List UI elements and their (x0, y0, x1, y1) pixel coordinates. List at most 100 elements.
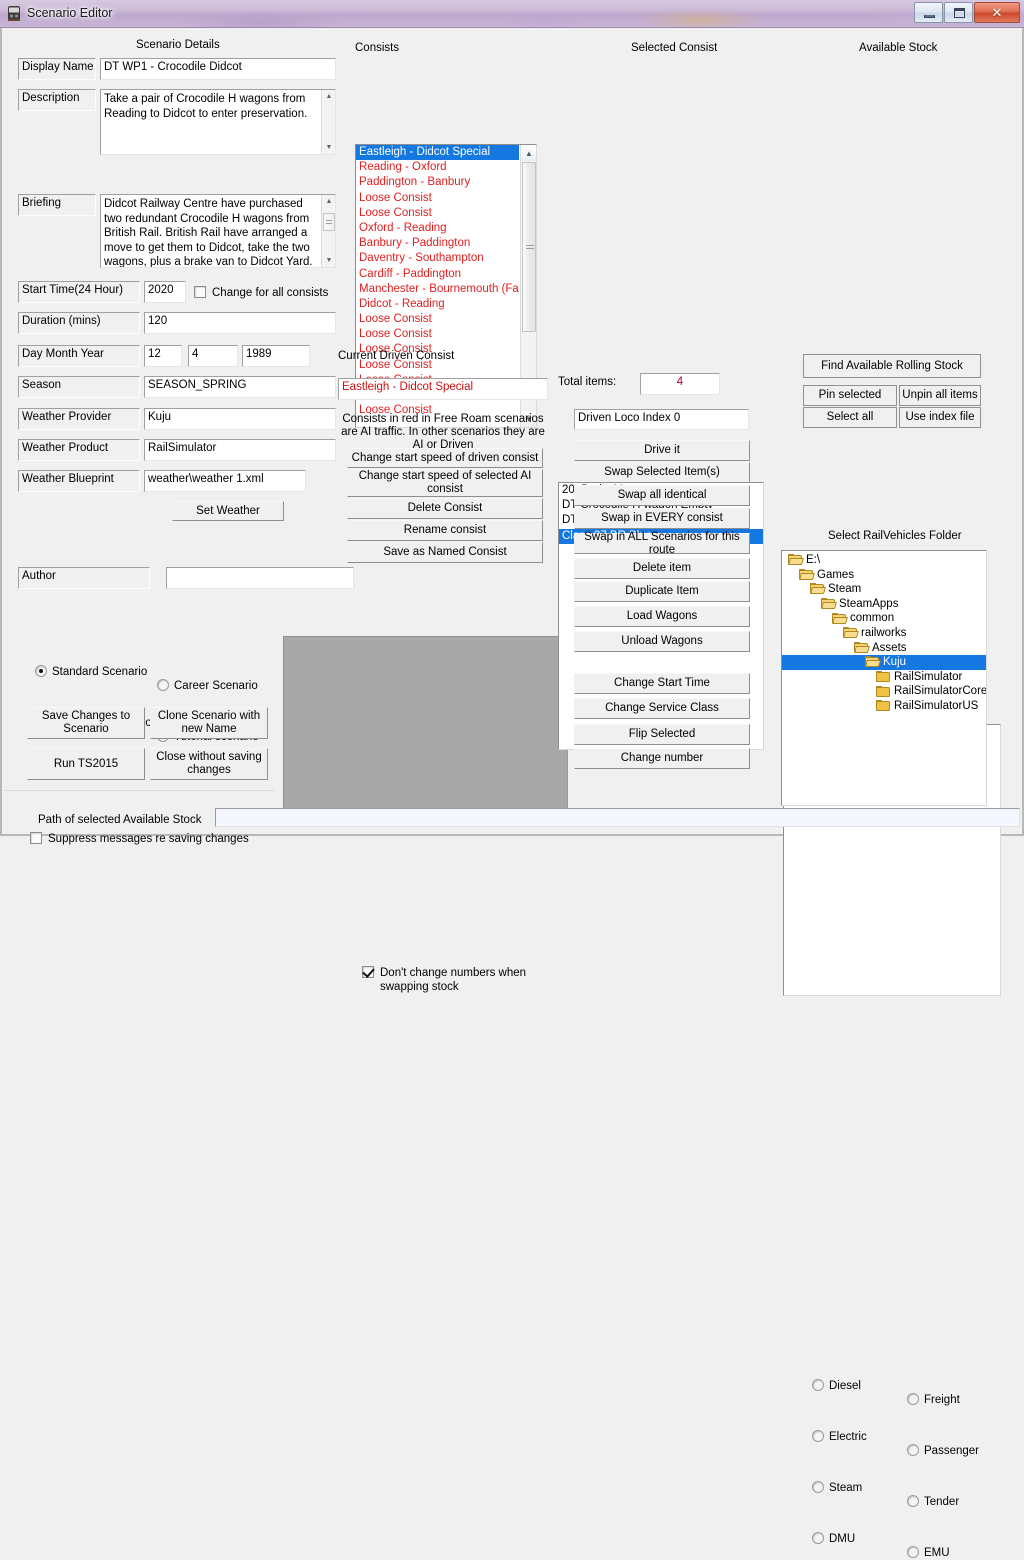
consists-list-item[interactable]: Loose Consist (356, 312, 519, 327)
weather-provider-label: Weather Provider (18, 408, 140, 430)
consists-list-item[interactable]: Didcot - Reading (356, 297, 519, 312)
filter-freight-radio[interactable]: Freight (907, 1393, 1024, 1407)
flip-selected-button[interactable]: Flip Selected (574, 724, 750, 745)
filter-tender-radio[interactable]: Tender (907, 1495, 1024, 1509)
consists-list-item[interactable]: Manchester - Bournemouth (Failed) (356, 282, 519, 297)
save-changes-button[interactable]: Save Changes to Scenario (27, 707, 145, 739)
consists-list-item[interactable]: Daventry - Southampton (356, 251, 519, 266)
total-items-label: Total items: (558, 376, 617, 388)
swap-all-identical-button[interactable]: Swap all identical (574, 485, 750, 506)
folder-tree-node[interactable]: RailSimulatorCore (782, 684, 986, 699)
rename-consist-button[interactable]: Rename consist (347, 520, 543, 541)
duplicate-item-button[interactable]: Duplicate Item (574, 581, 750, 602)
save-as-named-consist-button[interactable]: Save as Named Consist (347, 542, 543, 563)
folder-tree-node[interactable]: E:\ (782, 553, 986, 568)
weather-product-input[interactable]: RailSimulator (144, 439, 336, 461)
consists-list-item[interactable]: Loose Consist (356, 206, 519, 221)
folder-tree-node[interactable]: Assets (782, 641, 986, 656)
folder-tree-node[interactable]: railworks (782, 626, 986, 641)
change-start-speed-ai-button[interactable]: Change start speed of selected AI consis… (347, 469, 543, 497)
consists-list-item[interactable]: Reading - Oxford (356, 160, 519, 175)
select-railvehicles-folder-caption: Select RailVehicles Folder (828, 530, 962, 542)
current-driven-consist-input[interactable]: Eastleigh - Didcot Special (338, 378, 548, 400)
filter-steam-radio[interactable]: Steam (812, 1481, 1024, 1495)
minimize-button[interactable] (914, 2, 943, 23)
folder-tree-node[interactable]: RailSimulatorUS (782, 699, 986, 714)
load-wagons-button[interactable]: Load Wagons (574, 606, 750, 627)
drive-it-button[interactable]: Drive it (574, 440, 750, 461)
folder-tree-node[interactable]: SteamApps (782, 597, 986, 612)
unpin-all-items-button[interactable]: Unpin all items (899, 385, 981, 406)
unload-wagons-button[interactable]: Unload Wagons (574, 631, 750, 652)
description-scrollbar[interactable]: ▲ ▼ (321, 90, 335, 154)
consists-scrollbar-thumb[interactable] (522, 162, 536, 332)
folder-tree-node[interactable]: RailSimulator (782, 670, 986, 685)
grip-icon (326, 220, 332, 225)
weather-provider-input[interactable]: Kuju (144, 408, 336, 430)
chevron-down-icon[interactable]: ▼ (322, 141, 336, 154)
maximize-button[interactable] (944, 2, 973, 23)
delete-item-button[interactable]: Delete item (574, 558, 750, 579)
change-start-time-button[interactable]: Change Start Time (574, 673, 750, 694)
grip-icon (526, 245, 534, 251)
filter-emu-radio[interactable]: EMU (907, 1546, 1024, 1560)
year-input[interactable]: 1989 (242, 345, 310, 367)
filter-dmu-radio[interactable]: DMU (812, 1532, 1024, 1546)
change-all-consists-checkbox[interactable]: Change for all consists (194, 286, 1024, 300)
close-without-saving-button[interactable]: Close without saving changes (150, 748, 268, 780)
find-available-rolling-stock-button[interactable]: Find Available Rolling Stock (803, 354, 981, 378)
change-service-class-button[interactable]: Change Service Class (574, 698, 750, 719)
scenario-details-caption: Scenario Details (136, 39, 220, 51)
use-index-file-button[interactable]: Use index file (899, 407, 981, 428)
start-time-input[interactable]: 2020 (144, 281, 186, 303)
consists-list-item[interactable]: Oxford - Reading (356, 221, 519, 236)
radio-icon (812, 1430, 824, 1442)
run-ts2015-button[interactable]: Run TS2015 (27, 748, 145, 780)
folder-tree-node[interactable]: Games (782, 568, 986, 583)
swap-in-every-consist-button[interactable]: Swap in EVERY consist (574, 508, 750, 529)
swap-selected-items-button[interactable]: Swap Selected Item(s) (574, 462, 750, 483)
filter-electric-radio[interactable]: Electric (812, 1430, 1024, 1444)
consists-list-item[interactable]: Loose Consist (356, 191, 519, 206)
briefing-input[interactable]: Didcot Railway Centre have purchased two… (100, 194, 336, 268)
minimize-icon (924, 15, 935, 18)
chevron-down-icon[interactable]: ▼ (322, 254, 336, 267)
set-weather-button[interactable]: Set Weather (172, 501, 284, 521)
weather-blueprint-input[interactable]: weather\weather 1.xml (144, 470, 306, 492)
author-input[interactable] (166, 567, 354, 589)
chevron-up-icon[interactable]: ▲ (322, 195, 336, 208)
change-number-button[interactable]: Change number (574, 748, 750, 769)
folder-tree-node[interactable]: common (782, 611, 986, 626)
display-name-input[interactable]: DT WP1 - Crocodile Didcot (100, 58, 336, 80)
consists-list-item[interactable]: Loose Consist (356, 327, 519, 342)
radio-icon (157, 679, 169, 691)
consists-list-item[interactable]: Eastleigh - Didcot Special (356, 145, 519, 161)
consists-list-item[interactable]: Banbury - Paddington (356, 236, 519, 251)
dont-change-numbers-checkbox[interactable]: Don't change numbers when swapping stock (362, 966, 548, 994)
folder-tree-node[interactable]: Kuju (782, 655, 986, 670)
filter-passenger-radio[interactable]: Passenger (907, 1444, 1024, 1458)
month-input[interactable]: 4 (188, 345, 238, 367)
briefing-scrollbar-thumb[interactable] (323, 213, 335, 231)
close-button[interactable]: ✕ (974, 2, 1020, 23)
briefing-scrollbar[interactable]: ▲ ▼ (321, 195, 335, 267)
driven-loco-index-input[interactable]: Driven Loco Index 0 (574, 409, 749, 430)
select-all-button[interactable]: Select all (803, 407, 897, 428)
railvehicles-folder-tree[interactable]: E:\ Games Steam SteamApps common railworks Ass… (781, 550, 987, 806)
duration-input[interactable]: 120 (144, 312, 336, 334)
day-input[interactable]: 12 (144, 345, 182, 367)
chevron-up-icon[interactable]: ▲ (521, 145, 536, 161)
pin-selected-button[interactable]: Pin selected (803, 385, 897, 406)
folder-tree-node[interactable]: Steam (782, 582, 986, 597)
change-start-speed-driven-button[interactable]: Change start speed of driven consist (347, 448, 543, 468)
filter-diesel-radio[interactable]: Diesel (812, 1379, 1024, 1393)
season-input[interactable]: SEASON_SPRING (144, 376, 336, 398)
consists-list-item[interactable]: Cardiff - Paddington (356, 267, 519, 282)
clone-scenario-button[interactable]: Clone Scenario with new Name (150, 707, 268, 739)
chevron-up-icon[interactable]: ▲ (322, 90, 336, 103)
swap-in-all-scenarios-button[interactable]: Swap in ALL Scenarios for this route (574, 531, 750, 556)
path-of-selected-available-stock-value[interactable] (215, 808, 1020, 827)
consists-list-item[interactable]: Paddington - Banbury (356, 175, 519, 190)
delete-consist-button[interactable]: Delete Consist (347, 498, 543, 519)
description-input[interactable]: Take a pair of Crocodile H wagons from R… (100, 89, 336, 155)
